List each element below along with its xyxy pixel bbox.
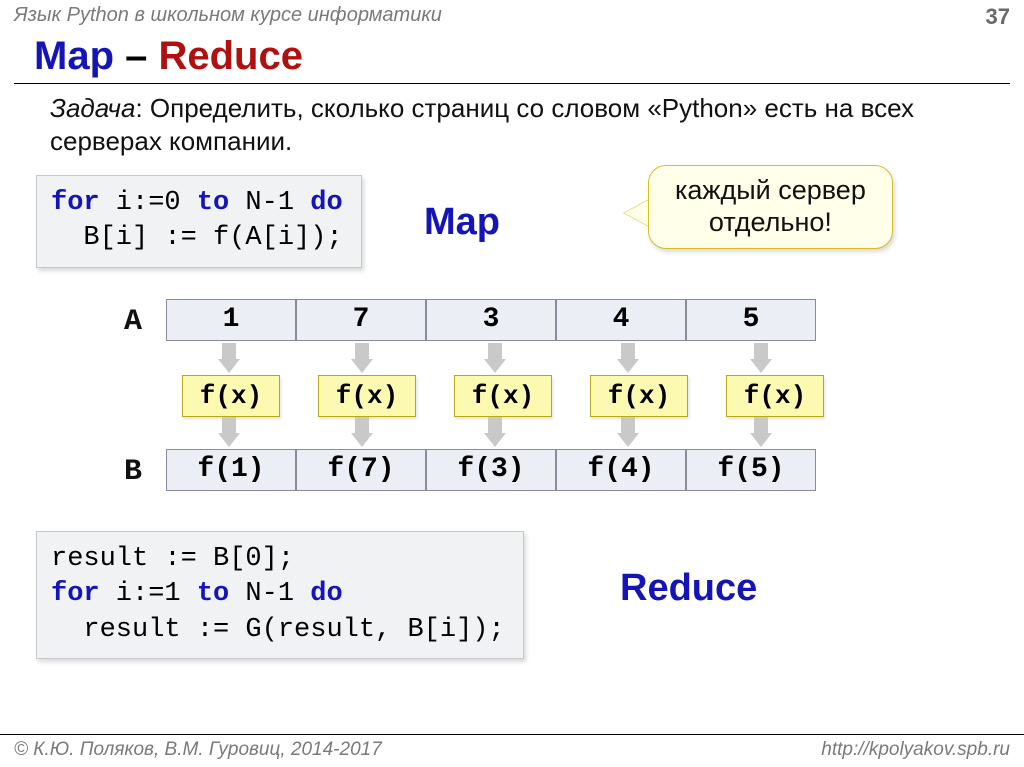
- array-b: f(1) f(7) f(3) f(4) f(5): [166, 449, 816, 491]
- arr-cell: 3: [426, 299, 556, 341]
- arr-cell: f(3): [426, 449, 556, 491]
- arr-cell: f(7): [296, 449, 426, 491]
- fx-cell: f(x): [454, 375, 552, 417]
- callout-box: каждый сервер отдельно!: [648, 165, 893, 250]
- callout-tail: [624, 199, 650, 227]
- arr-cell: 7: [296, 299, 426, 341]
- arr-cell: 4: [556, 299, 686, 341]
- task-text: Задача: Определить, сколько страниц со с…: [0, 90, 1024, 169]
- arr-cell: f(1): [166, 449, 296, 491]
- array-a: 1 7 3 4 5: [166, 299, 816, 341]
- fx-cell: f(x): [590, 375, 688, 417]
- callout-line1: каждый сервер: [675, 175, 866, 205]
- fx-cell: f(x): [182, 375, 280, 417]
- arr-cell: 5: [686, 299, 816, 341]
- code-reduce: result := B[0]; for i:=1 to N-1 do resul…: [36, 531, 524, 660]
- footer-left: © К.Ю. Поляков, В.М. Гуровиц, 2014-2017: [14, 739, 382, 761]
- content-area: for i:=0 to N-1 do B[i] := f(A[i]); Map …: [0, 169, 1024, 729]
- title-reduce: Reduce: [158, 34, 303, 78]
- title-dash: –: [114, 34, 158, 78]
- title-map: Map: [34, 34, 114, 78]
- reduce-label: Reduce: [620, 567, 757, 610]
- fx-row: f(x) f(x) f(x) f(x) f(x): [182, 375, 824, 417]
- slide-title: Map – Reduce: [0, 32, 1024, 81]
- arr-cell: 1: [166, 299, 296, 341]
- arr-cell: f(5): [686, 449, 816, 491]
- map-label: Map: [424, 201, 500, 244]
- label-b: B: [124, 455, 142, 489]
- fx-cell: f(x): [726, 375, 824, 417]
- title-rule: [14, 83, 1010, 84]
- task-body: : Определить, сколько страниц со словом …: [50, 93, 914, 156]
- subject-text: Язык Python в школьном курсе информатики: [14, 4, 442, 27]
- label-a: A: [124, 305, 142, 339]
- page-number: 37: [986, 4, 1010, 30]
- slide-header: Язык Python в школьном курсе информатики…: [0, 0, 1024, 32]
- task-lead: Задача: [50, 93, 135, 123]
- callout-line2: отдельно!: [709, 207, 832, 237]
- arr-cell: f(4): [556, 449, 686, 491]
- footer-right: http://kpolyakov.spb.ru: [821, 739, 1010, 761]
- slide-footer: © К.Ю. Поляков, В.М. Гуровиц, 2014-2017 …: [0, 734, 1024, 767]
- code-map: for i:=0 to N-1 do B[i] := f(A[i]);: [36, 175, 362, 268]
- fx-cell: f(x): [318, 375, 416, 417]
